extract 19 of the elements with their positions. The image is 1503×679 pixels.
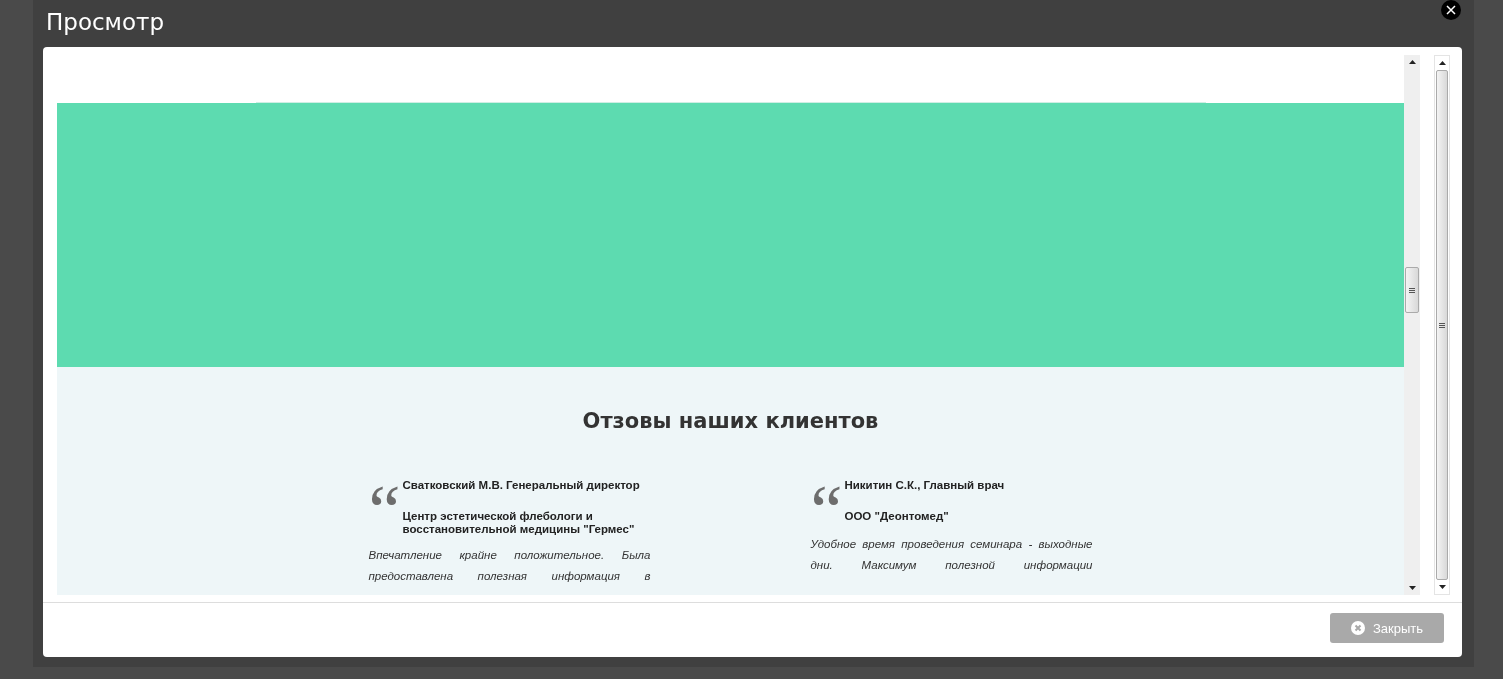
close-button[interactable]: Закрыть: [1330, 613, 1444, 643]
close-circle-icon: [1350, 621, 1365, 635]
quote-mark: “: [810, 481, 843, 525]
review-company: Центр эстетической флебологи и восстановительной медицины "Гермес": [402, 510, 636, 536]
scroll-down-icon[interactable]: [1438, 585, 1446, 589]
section-heading: Отзовы наших клиентов: [582, 409, 879, 433]
scroll-up-icon[interactable]: [1438, 61, 1446, 65]
scroll-up-icon[interactable]: [1408, 60, 1416, 64]
review-text: Удобное время проведения семинара - выходные дни. Максимум полезной информации: [810, 537, 1093, 573]
quote-mark: “: [368, 481, 401, 525]
review-text: Впечатление крайне положительное. Была предоставлена полезная информация в: [368, 548, 651, 584]
dialog-title: Просмотр: [46, 8, 165, 35]
review-author: Сватковский М.В. Генеральный директор: [402, 479, 641, 491]
close-icon[interactable]: [1441, 0, 1461, 20]
inner-scrollbar[interactable]: [1404, 55, 1420, 595]
review-company: ООО "Деонтомед": [844, 510, 950, 523]
review-author: Никитин С.К., Главный врач: [844, 479, 1005, 491]
scroll-down-icon[interactable]: [1408, 586, 1416, 590]
outer-scrollbar[interactable]: [1434, 55, 1450, 595]
